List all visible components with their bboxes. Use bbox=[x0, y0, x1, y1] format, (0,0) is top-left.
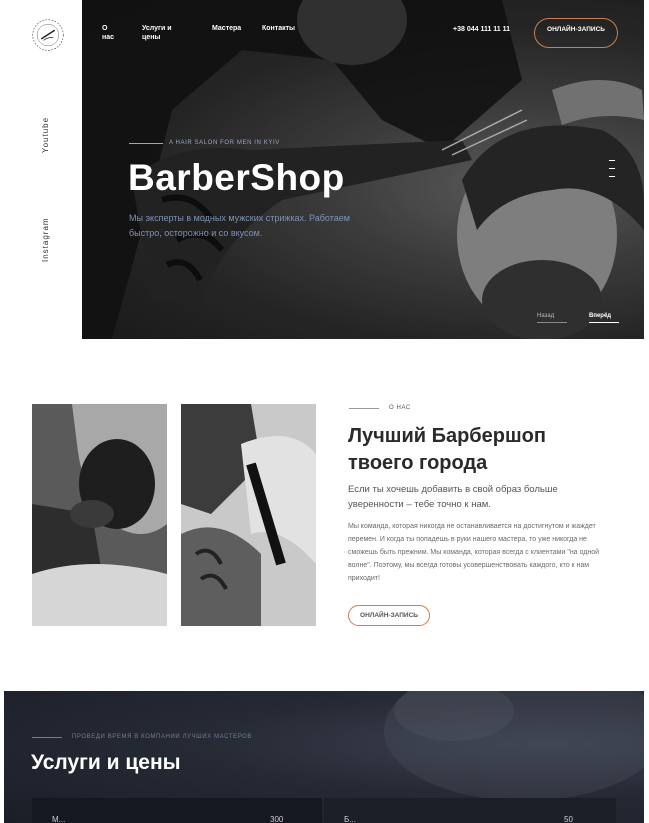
slider-prev-link[interactable]: Назад bbox=[537, 313, 567, 323]
hero-tag-divider bbox=[129, 143, 163, 144]
about-photo-trim bbox=[181, 404, 316, 626]
about-title: Лучший Барбершоп твоего города bbox=[348, 425, 546, 474]
online-booking-button[interactable]: ОНЛАЙН-ЗАПИСЬ bbox=[534, 18, 618, 48]
service-name: Б... bbox=[344, 815, 356, 823]
service-name: М... bbox=[52, 815, 66, 823]
about-photo-trim-art bbox=[181, 404, 316, 626]
about-photo-beard bbox=[32, 404, 167, 626]
service-price: 300 bbox=[270, 815, 284, 823]
youtube-link[interactable]: Youtube bbox=[41, 117, 50, 153]
services-tag-divider bbox=[32, 737, 62, 738]
hero-title: BarberShop bbox=[128, 157, 345, 198]
instagram-link[interactable]: Instagram bbox=[41, 217, 50, 262]
barbershop-logo[interactable] bbox=[30, 17, 66, 53]
nav-about[interactable]: О нас bbox=[102, 24, 120, 42]
hero-description: Мы эксперты в модных мужских стрижках. Р… bbox=[129, 213, 350, 238]
slider-dot[interactable] bbox=[609, 176, 615, 177]
about-lead: Если ты хочешь добавить в свой образ бол… bbox=[348, 484, 558, 510]
side-rail: Youtube Instagram bbox=[0, 0, 82, 340]
hero-tagline: A HAIR SALON FOR MEN IN KYIV bbox=[169, 140, 280, 146]
about-booking-button[interactable]: ОНЛАЙН-ЗАПИСЬ bbox=[348, 605, 430, 626]
nav-services[interactable]: Услуги и цены bbox=[142, 24, 182, 42]
services-tag: ПРОВЕДИ ВРЕМЯ В КОМПАНИИ ЛУЧШИХ МАСТЕРОВ bbox=[72, 734, 253, 740]
slider-dot[interactable] bbox=[609, 160, 615, 161]
phone-number[interactable]: +38 044 111 11 11 bbox=[453, 26, 513, 34]
service-price: 50 bbox=[564, 815, 573, 823]
about-photo-beard-art bbox=[32, 404, 167, 626]
slider-dot[interactable] bbox=[609, 168, 615, 169]
slider-dots[interactable] bbox=[609, 160, 615, 184]
hero-section: О нас Услуги и цены Мастера Контакты +38… bbox=[82, 0, 644, 339]
about-tag: О НАС bbox=[389, 405, 411, 411]
nav-contacts[interactable]: Контакты bbox=[262, 24, 295, 33]
about-body: Мы команда, которая никогда не останавли… bbox=[348, 523, 600, 582]
services-title: Услуги и цены bbox=[31, 751, 181, 774]
nav-masters[interactable]: Мастера bbox=[212, 24, 241, 33]
services-section: ПРОВЕДИ ВРЕМЯ В КОМПАНИИ ЛУЧШИХ МАСТЕРОВ… bbox=[4, 691, 644, 823]
slider-next-link[interactable]: Вперёд bbox=[589, 313, 619, 323]
about-tag-divider bbox=[349, 408, 379, 409]
